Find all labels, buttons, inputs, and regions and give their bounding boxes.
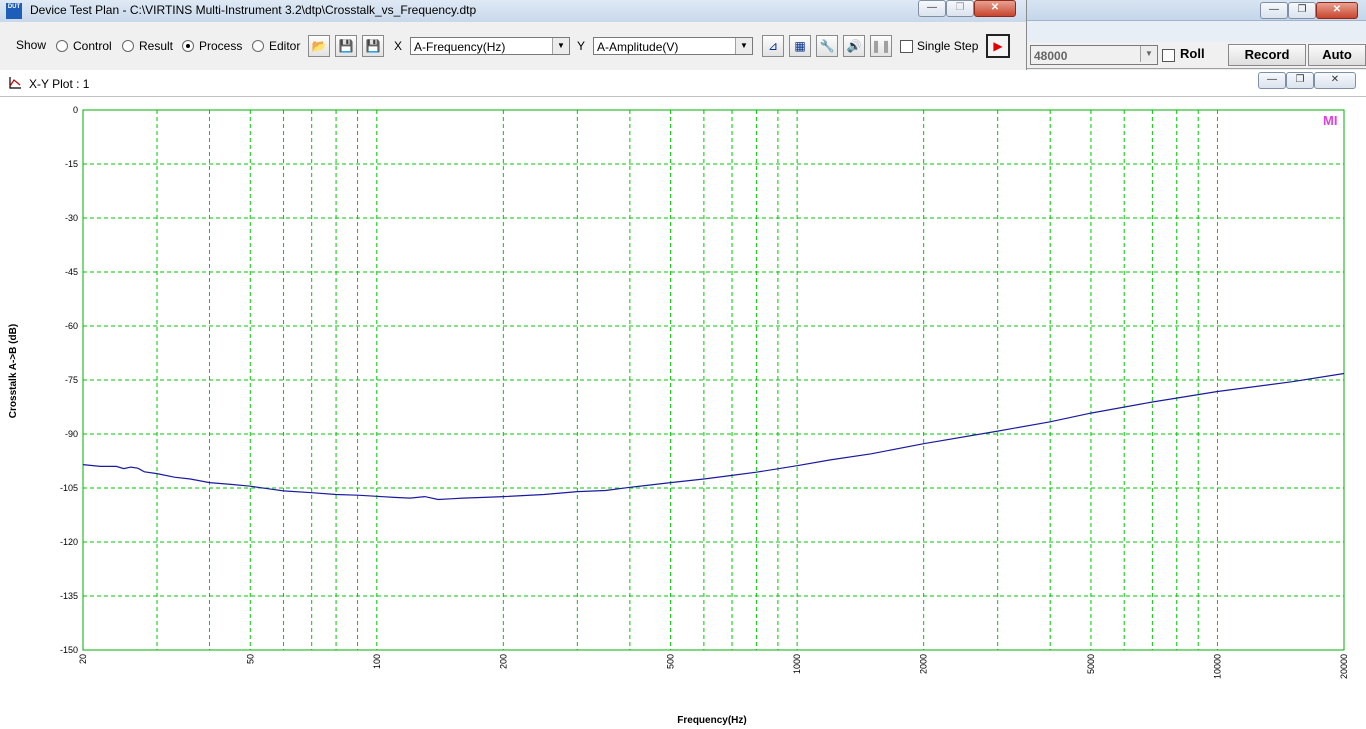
x-variable-value: A-Frequency(Hz) [414, 40, 506, 54]
table-grid-icon: ▦ [794, 39, 806, 53]
close-button[interactable]: ✕ [974, 0, 1016, 17]
mode-editor-radio[interactable] [252, 40, 264, 52]
mode-process-radio[interactable] [182, 40, 194, 52]
mode-result-label[interactable]: Result [139, 39, 173, 53]
y-tick-label: -150 [60, 645, 78, 655]
y-tick-label: -135 [60, 591, 78, 601]
crosstalk-chart: 0 -15 -30 -45 -60 -75 -90 -105 -120 -135 -150 20 50… [8, 105, 1349, 726]
chevron-down-icon: ▼ [552, 38, 569, 54]
save-icon: 💾 [338, 39, 354, 53]
save-as-icon: 💾 [365, 39, 381, 53]
y-variable-select[interactable]: A-Amplitude(V) ▼ [593, 37, 753, 55]
x-tick-label: 10000 [1212, 654, 1222, 679]
record-button[interactable]: Record [1228, 44, 1306, 66]
minimize-button[interactable]: — [1260, 2, 1288, 19]
x-tick-label: 20 [78, 654, 88, 664]
tools-button: 🔧 [816, 35, 838, 57]
show-label: Show [16, 38, 47, 52]
folder-open-icon: 📂 [311, 39, 327, 53]
x-tick-label: 500 [666, 654, 676, 669]
y-axis-label: Y [577, 39, 586, 53]
table-button[interactable]: ▦ [789, 35, 811, 57]
y-tick-label: -105 [60, 483, 78, 493]
maximize-button[interactable]: ❐ [1288, 2, 1316, 19]
auto-button[interactable]: Auto [1308, 44, 1366, 66]
y-tick-label: -90 [65, 429, 78, 439]
chevron-down-icon: ▼ [1140, 46, 1157, 62]
chevron-down-icon: ▼ [735, 38, 752, 54]
roll-checkbox[interactable] [1162, 49, 1175, 62]
pause-button: ❚❚ [870, 35, 892, 57]
y-tick-label: -30 [65, 213, 78, 223]
wrench-icon: 🔧 [819, 39, 835, 53]
x-variable-select[interactable]: A-Frequency(Hz) ▼ [410, 37, 570, 55]
save-button[interactable]: 💾 [335, 35, 357, 57]
x-tick-label: 1000 [792, 654, 802, 674]
y-tick-label: -75 [65, 375, 78, 385]
y-variable-value: A-Amplitude(V) [597, 40, 679, 54]
mi-watermark: MI [1323, 113, 1337, 128]
x-axis-title: Frequency(Hz) [677, 715, 746, 726]
y-tick-label: -45 [65, 267, 78, 277]
mode-control-radio[interactable] [56, 40, 68, 52]
crosstalk-trace [82, 372, 1345, 501]
device-test-plan-titlebar: DUT Device Test Plan - C:\VIRTINS Multi-… [0, 0, 1026, 22]
mode-result-radio[interactable] [122, 40, 134, 52]
device-test-plan-window: DUT Device Test Plan - C:\VIRTINS Multi-… [0, 0, 1027, 70]
xy-plot-button[interactable]: ⊿ [762, 35, 784, 57]
speaker-button[interactable]: 🔊 [843, 35, 865, 57]
y-axis-title: Crosstalk A->B (dB) [8, 324, 19, 418]
background-app-window: — ❐ ✕ 48000 ▼ Roll Record Auto [1026, 0, 1366, 70]
sample-rate-select[interactable]: 48000 ▼ [1030, 45, 1158, 65]
dut-app-icon: DUT [6, 3, 22, 19]
play-icon: ▶ [993, 39, 1003, 53]
single-step-checkbox[interactable] [900, 40, 913, 53]
open-folder-button[interactable]: 📂 [308, 35, 330, 57]
maximize-button: ❐ [946, 0, 974, 17]
background-app-titlebar: — ❐ ✕ [1026, 0, 1366, 21]
x-tick-label: 5000 [1086, 654, 1096, 674]
x-tick-label: 2000 [919, 654, 929, 674]
mode-editor-label[interactable]: Editor [269, 39, 300, 53]
roll-label: Roll [1180, 46, 1205, 61]
x-tick-label: 50 [245, 654, 255, 664]
save-as-button[interactable]: 💾 [362, 35, 384, 57]
run-button[interactable]: ▶ [986, 34, 1010, 58]
y-tick-label: -15 [65, 159, 78, 169]
y-tick-labels: 0 -15 -30 -45 -60 -75 -90 -105 -120 -135 -150 [60, 105, 78, 655]
x-tick-labels: 20 50 100 200 500 1000 2000 5000 10000 20000 [78, 654, 1349, 679]
y-tick-label: -60 [65, 321, 78, 331]
x-tick-label: 100 [372, 654, 382, 669]
mode-process-label[interactable]: Process [199, 39, 242, 53]
x-axis-label: X [394, 39, 403, 53]
x-tick-label: 20000 [1339, 654, 1349, 679]
window-title: Device Test Plan - C:\VIRTINS Multi-Inst… [30, 3, 477, 17]
sample-rate-value: 48000 [1034, 49, 1068, 63]
xy-plot-icon: ⊿ [767, 39, 779, 53]
pause-icon: ❚❚ [871, 39, 892, 53]
y-tick-label: -120 [60, 537, 78, 547]
chart-grid [83, 110, 1344, 650]
y-tick-label: 0 [73, 105, 78, 115]
single-step-label[interactable]: Single Step [917, 39, 978, 53]
speaker-icon: 🔊 [846, 39, 862, 53]
minimize-button[interactable]: — [918, 0, 946, 17]
x-tick-label: 200 [498, 654, 508, 669]
mode-control-label[interactable]: Control [73, 39, 112, 53]
xy-plot-window: X-Y Plot : 1 — ❐ ✕ 0 -15 -30 -45 -60 -75 -90 -1… [0, 70, 1366, 729]
close-button[interactable]: ✕ [1316, 2, 1358, 19]
